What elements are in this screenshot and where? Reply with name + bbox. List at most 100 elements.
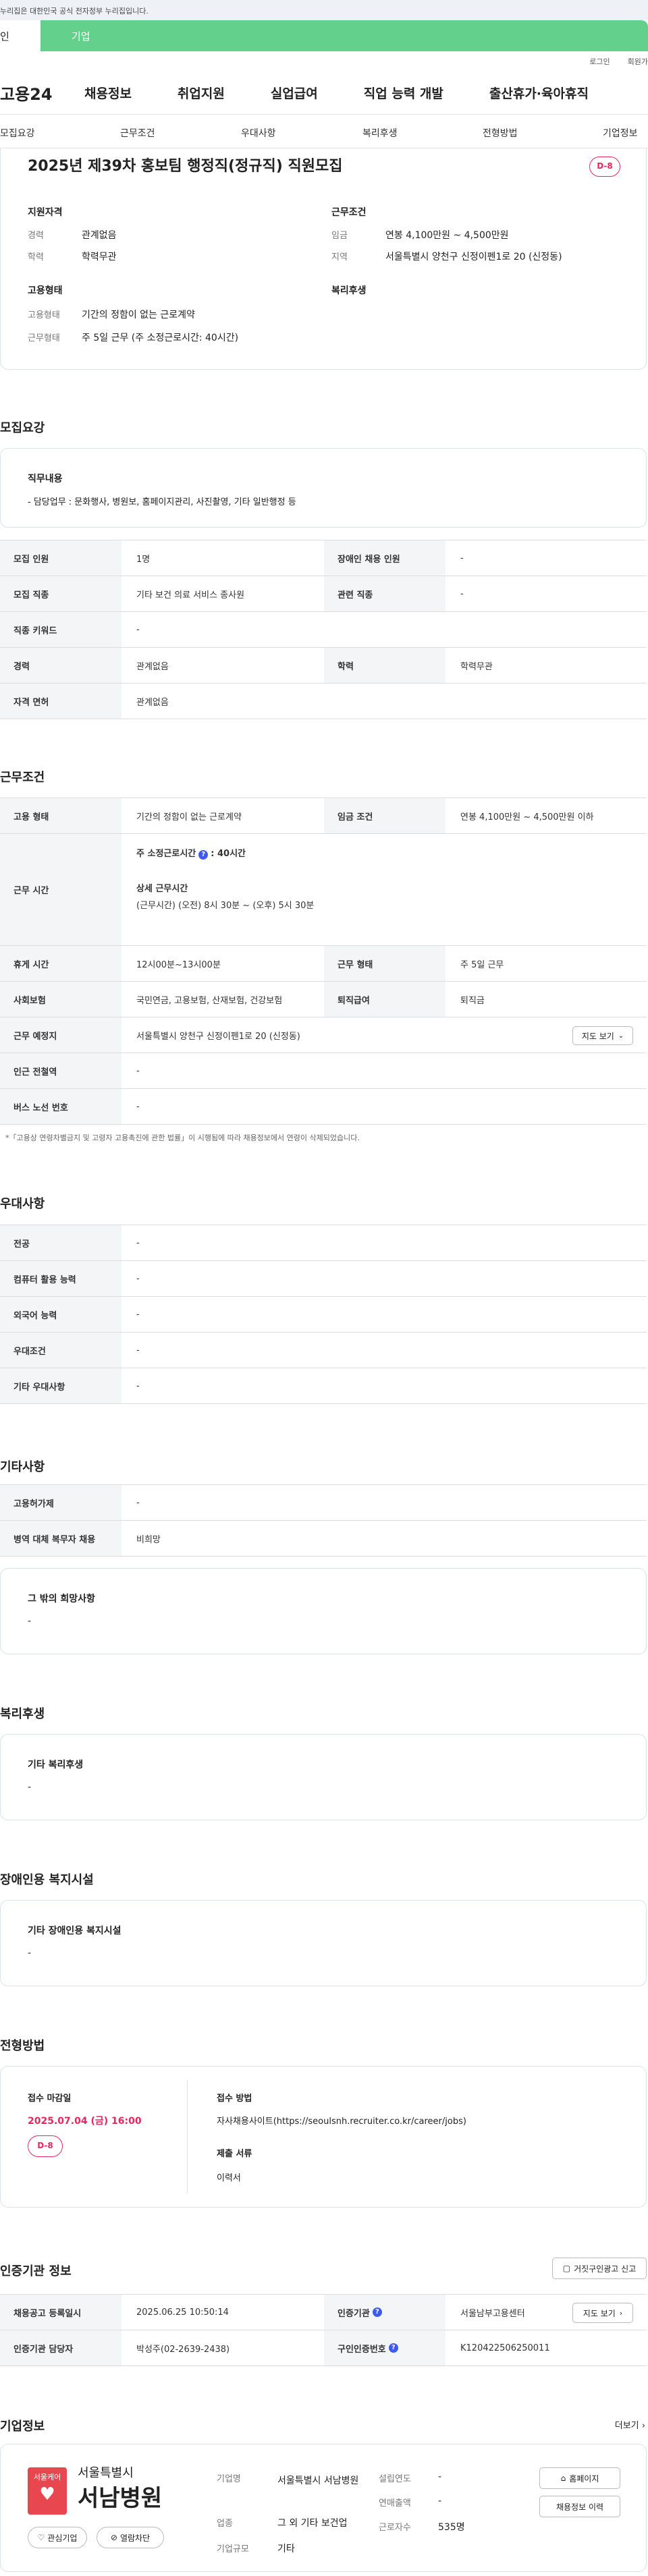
more-link-label: 더보기 [614,2421,639,2431]
etc-heading: 기타사항 [0,1460,45,1474]
tab-person[interactable]: 인 [0,20,40,51]
chevron-right-icon: › [619,2308,623,2318]
duty-card: 직무내용 - 담당업무 : 문화행사, 병원보, 홈페이지관리, 사진촬영, 기… [0,448,647,528]
heart-icon: 서울케어 ♥ [28,2467,67,2515]
gnb-item-employment[interactable]: 취업지원 [178,84,225,102]
edu-label: 학력 [28,252,44,262]
gnb-item-unemployment[interactable]: 실업급여 [271,84,318,102]
row-label: 구인인증번호? [324,2330,446,2365]
gnb-item-jobs[interactable]: 채용정보 [84,84,132,102]
join-link[interactable]: 회원가 [628,56,648,67]
help-icon[interactable]: ? [198,850,209,860]
row-value: - [460,588,464,599]
screen-card: 접수 마감일 2025.07.04 (금) 16:00 D-8 접수 방법 자사… [0,2066,647,2208]
gnb-item-training[interactable]: 직업 능력 개발 [364,84,443,102]
section-nav: 모집요강 근무조건 우대사항 복리후생 전형방법 기업정보 [0,115,648,148]
help-icon[interactable]: ? [388,2343,398,2353]
row-value: 12시00분~13시00분 [136,959,221,970]
section-tab-work[interactable]: 근무조건 [120,126,155,140]
block-button[interactable]: ⊘ 열람차단 [97,2527,164,2548]
row-label: 우대조건 [0,1333,122,1368]
emp-title: 고용형태 [28,285,63,296]
disab-box-value: - [28,1948,32,1959]
row-value: 학력무관 [460,661,493,672]
table-row: 인증기관 담당자 박성주(02-2639-2438) 구인인증번호? K1204… [0,2330,647,2366]
block-label: 열람차단 [119,2533,151,2543]
industry-value: 그 외 기타 보건업 [277,2518,348,2529]
user-type-tabs: 인 기업 [0,20,648,51]
login-link[interactable]: 로그인 [589,56,610,67]
welfare-card: 기타 복리후생 - [0,1734,647,1820]
tab-corp[interactable]: 기업 [40,20,648,51]
section-tab-welfare[interactable]: 복리후생 [362,126,398,140]
homepage-button[interactable]: ⌂ 홈페이지 [539,2467,620,2489]
row-label: 사회보험 [0,982,122,1017]
section-tab-recruit[interactable]: 모집요강 [0,126,35,140]
row-label: 근무 형태 [324,946,446,981]
industry-label: 업종 [217,2519,233,2529]
home-icon: ⌂ [560,2473,566,2483]
table-row: 인근 전철역 - [0,1053,647,1089]
row-label: 버스 노선 번호 [0,1089,122,1124]
row-value: 기간의 정함이 없는 근로계약 [136,812,242,822]
site-logo[interactable]: 고용24 [0,81,84,105]
row-label: 고용허가제 [0,1485,122,1520]
row-label: 근무 시간 [0,834,122,945]
report-button[interactable]: ▢ 거짓구인광고 신고 [552,2258,647,2279]
job-history-button[interactable]: 채용정보 이력 [539,2496,620,2517]
cert-heading: 인증기관 정보 [0,2264,72,2278]
welfare-box-value: - [28,1782,32,1793]
emp-value: 기간의 정함이 없는 근로계약 [82,310,195,320]
row-label: 외국어 능력 [0,1297,122,1332]
more-link[interactable]: 더보기 › [615,2418,645,2431]
row-label: 임금 조건 [324,798,446,833]
work-time-detail: 주 소정근로시간?: 40시간 상세 근무시간 (근무시간) (오전) 8시 3… [122,834,647,945]
row-label: 장애인 채용 인원 [324,540,446,576]
row-label: 자격 면허 [0,683,122,719]
area-label: 지역 [331,252,348,262]
sales-value: - [438,2496,442,2507]
detail-hours-label: 상세 근무시간 [136,884,188,894]
other-wish-title: 그 밖의 희망사항 [28,1594,95,1604]
row-value: 1명 [136,554,151,565]
favorite-button[interactable]: ♡ 관심기업 [28,2527,87,2548]
disab-heading: 장애인용 복지시설 [0,1873,94,1887]
disab-box-title: 기타 장애인용 복지시설 [28,1926,122,1936]
row-label: 채용공고 등록일시 [0,2295,122,2330]
table-row: 버스 노선 번호 - [0,1089,647,1125]
cond-title: 근무조건 [331,207,367,218]
help-icon[interactable]: ? [372,2307,382,2317]
row-label: 근무 예정지 [0,1017,122,1053]
row-label: 직종 키워드 [0,612,122,647]
emp-label: 고용형태 [28,310,60,320]
dday-badge: D-8 [589,157,620,177]
row-value: - [136,1380,140,1391]
logo-main-text: 서남병원 [78,2485,163,2512]
weekly-hours-line: 주 소정근로시간?: 40시간 [136,846,246,860]
pref-table: 전공 - 컴퓨터 활용 능력 - 외국어 능력 - 우대조건 - 기타 우대사항 - [0,1225,647,1404]
table-row: 사회보험 국민연금, 고용보험, 산재보험, 건강보험 퇴직급여 퇴직금 [0,982,647,1017]
row-value: 주 5일 근무 [460,959,504,970]
section-tab-screening[interactable]: 전형방법 [483,126,518,140]
wage-label: 임금 [331,231,348,241]
method-value[interactable]: 자사채용사이트(https://seoulsnh.recruiter.co.kr… [217,2114,466,2127]
section-tab-pref[interactable]: 우대사항 [241,126,276,140]
num-label: 구인인증번호 [338,2344,386,2355]
row-value: 2025.06.25 10:50:14 [136,2307,229,2318]
map-button[interactable]: 지도 보기 › [572,2303,633,2323]
deadline-label: 접수 마감일 [28,2094,72,2104]
map-button-label: 지도 보기 [583,2308,616,2318]
welfare-heading: 복리후생 [0,1707,45,1721]
gnb-item-leave[interactable]: 출산휴가·육아휴직 [489,84,589,102]
company-name-value: 서울특별시 서남병원 [277,2475,359,2486]
docs-label: 제출 서류 [217,2149,252,2159]
row-value: 관계없음 [136,661,169,672]
table-row: 기타 우대사항 - [0,1368,647,1404]
map-button[interactable]: 지도 보기 ⌄ [572,1026,633,1045]
row-label: 모집 인원 [0,540,122,576]
job-title: 2025년 제39차 홍보팀 행정직(정규직) 직원모집 [28,158,343,175]
section-tab-company[interactable]: 기업정보 [603,126,638,140]
row-value: - [136,1345,140,1355]
favorite-label: 관심기업 [47,2533,78,2543]
chevron-down-icon: ⌄ [618,1032,624,1040]
